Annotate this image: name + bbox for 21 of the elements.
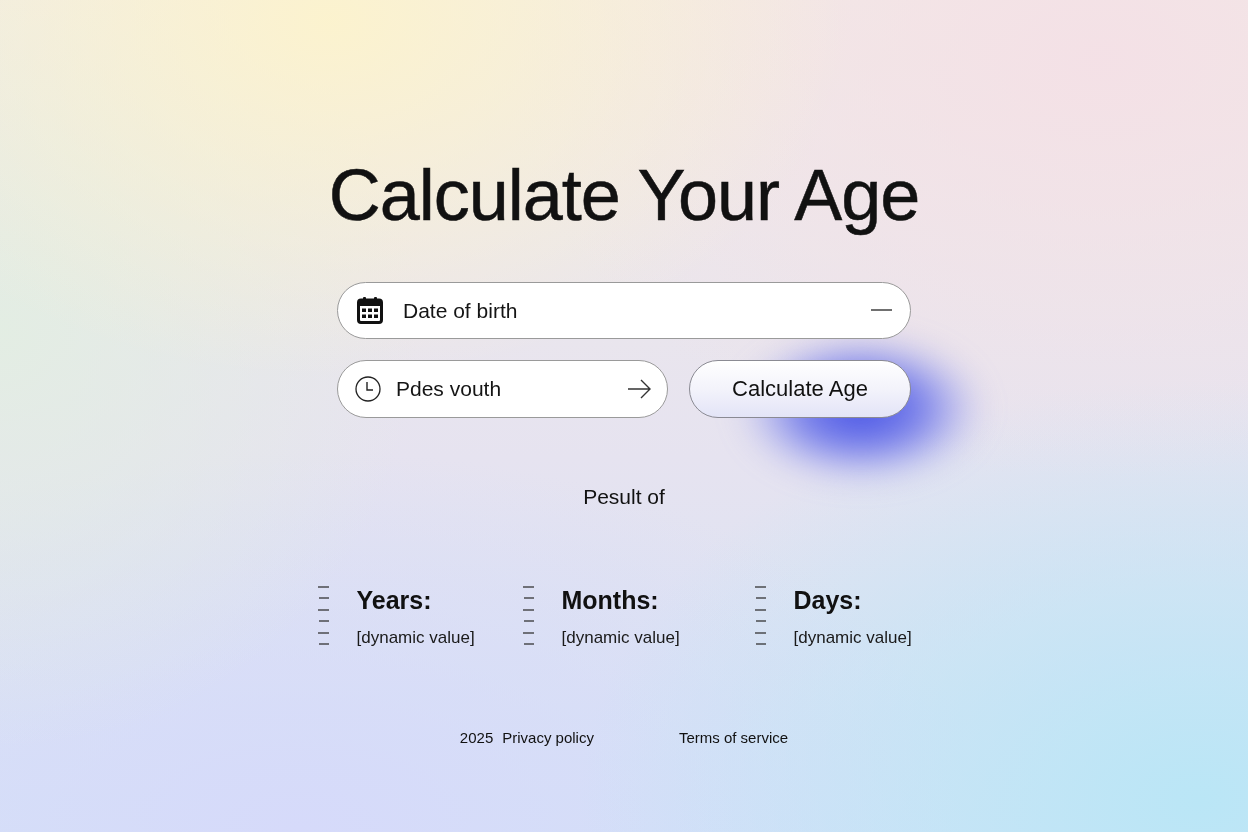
tick-marks-icon (522, 586, 534, 646)
result-heading: Pesult of (583, 484, 665, 509)
result-value: [dynamic value] (356, 627, 475, 648)
tick-marks-icon (754, 586, 766, 646)
page-title: Calculate Your Age (328, 154, 920, 237)
calendar-icon (357, 296, 383, 324)
copyright-year: 2025 (459, 729, 494, 747)
result-value: [dynamic value] (561, 627, 680, 648)
result-label: Days: (793, 585, 863, 615)
clock-icon (355, 376, 381, 402)
calculate-age-button[interactable]: Calculate Age (689, 360, 911, 418)
arrow-right-icon[interactable] (628, 379, 652, 399)
result-label: Months: (561, 585, 660, 615)
footer-link[interactable]: Privacy policy (502, 729, 594, 747)
date-of-birth-field[interactable]: Date of birth (337, 282, 911, 339)
result-value: [dynamic value] (793, 627, 912, 648)
dash-icon (871, 309, 892, 311)
footer-link[interactable]: Terms of service (678, 729, 789, 747)
result-label: Years: (356, 585, 433, 615)
tick-marks-icon (317, 586, 329, 646)
text-field[interactable]: Pdes vouth (337, 360, 668, 418)
